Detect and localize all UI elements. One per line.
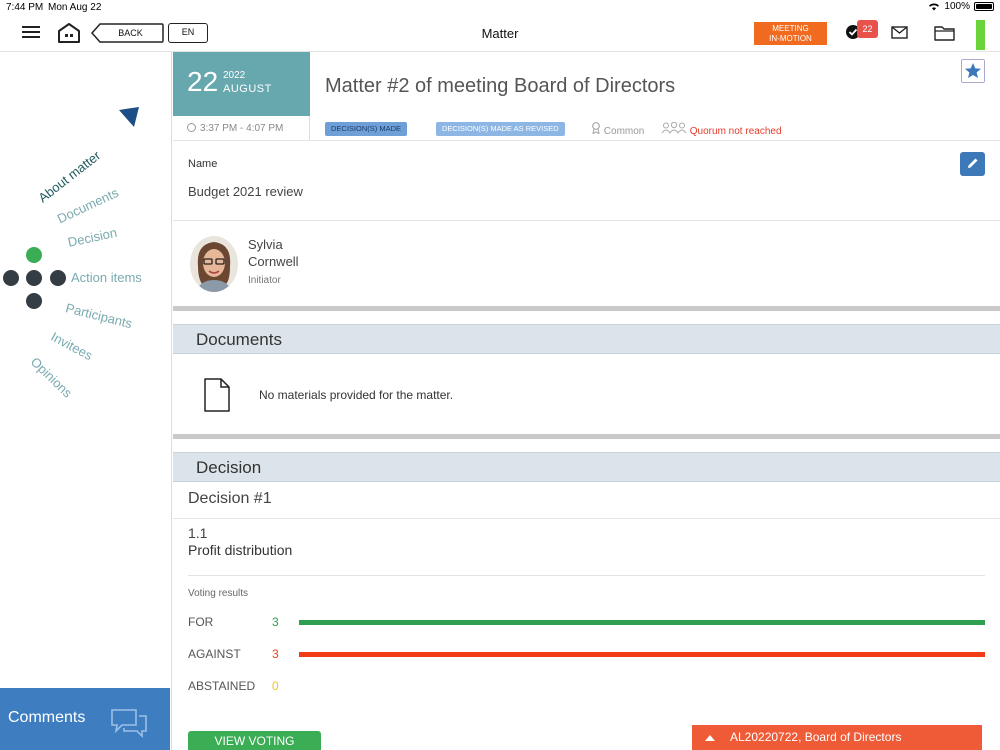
decision-text: Profit distribution xyxy=(188,542,293,558)
pencil-icon xyxy=(968,158,978,168)
wheel-item-invitees[interactable]: Invitees xyxy=(48,329,95,363)
vote-bar-fill xyxy=(299,620,985,625)
home-icon[interactable] xyxy=(57,22,81,44)
clock-icon xyxy=(187,123,196,132)
wheel-item-opinions[interactable]: Opinions xyxy=(28,354,75,400)
vote-bar-fill xyxy=(299,652,985,657)
comments-label: Comments xyxy=(8,709,86,726)
nav-dot-center[interactable] xyxy=(26,270,42,286)
matter-title: Matter #2 of meeting Board of Directors xyxy=(325,75,676,97)
edit-button[interactable] xyxy=(960,152,985,176)
nav-dot-left[interactable] xyxy=(3,270,19,286)
document-icon xyxy=(204,378,230,412)
vote-bar xyxy=(299,620,985,625)
date-day: 22 xyxy=(187,66,219,97)
quorum-status: Quorum not reached xyxy=(661,121,782,137)
nav-dot-right[interactable] xyxy=(50,270,66,286)
vote-label: AGAINST xyxy=(188,647,241,661)
section-header-decision: Decision xyxy=(173,452,1000,482)
divider xyxy=(173,140,1000,141)
vote-count: 3 xyxy=(272,615,279,629)
people-icon xyxy=(661,121,687,134)
comments-panel[interactable]: Comments xyxy=(0,688,170,750)
status-date: Mon Aug 22 xyxy=(48,2,102,13)
ribbon-icon xyxy=(592,122,600,135)
divider xyxy=(173,220,1000,221)
hamburger-menu-icon[interactable] xyxy=(22,26,40,40)
meeting-status-badge[interactable]: MEETING IN-MOTION xyxy=(754,22,827,45)
view-voting-results-button[interactable]: VIEW VOTING RESULTS xyxy=(188,731,321,750)
vote-count: 0 xyxy=(272,679,279,693)
main-content: 22 2022 AUGUST 3:37 PM - 4:07 PM Matter … xyxy=(173,52,1000,750)
chat-bubbles-icon xyxy=(111,709,147,738)
divider xyxy=(173,518,1000,519)
vote-label: ABSTAINED xyxy=(188,679,256,693)
connection-indicator xyxy=(976,20,985,50)
date-year: 2022 xyxy=(223,70,246,81)
status-right: 100% xyxy=(928,1,994,12)
tasks-count-badge: 22 xyxy=(857,20,878,38)
folder-icon[interactable] xyxy=(934,25,955,41)
favorite-button[interactable] xyxy=(961,59,985,83)
wheel-item-participants[interactable]: Participants xyxy=(64,300,134,331)
vote-row-abstained: ABSTAINED 0 xyxy=(188,679,985,695)
status-time: 7:44 PM xyxy=(6,2,44,13)
time-range: 3:37 PM - 4:07 PM xyxy=(173,116,310,140)
name-value: Budget 2021 review xyxy=(188,184,303,199)
sidebar: About matter Documents Decision Action i… xyxy=(0,52,172,750)
vote-label: FOR xyxy=(188,615,214,629)
nav-dot-down[interactable] xyxy=(26,293,42,309)
visibility-common: Common xyxy=(591,122,644,137)
battery-icon xyxy=(974,2,994,11)
name-label: Name xyxy=(188,158,218,170)
nav-dot-up[interactable] xyxy=(26,247,42,263)
voting-results-label: Voting results xyxy=(188,588,249,599)
wheel-item-documents[interactable]: Documents xyxy=(55,185,121,226)
star-icon xyxy=(965,63,981,78)
vote-bar xyxy=(299,652,985,657)
back-button-label: BACK xyxy=(118,28,143,38)
chevron-up-icon xyxy=(705,735,715,741)
section-header-documents: Documents xyxy=(173,324,1000,354)
section-separator xyxy=(173,434,1000,439)
wheel-item-decision[interactable]: Decision xyxy=(66,225,118,250)
tag-decisions-made: DECISION(S) MADE xyxy=(325,122,408,136)
divider xyxy=(188,575,985,576)
meeting-drawer-bar[interactable]: AL20220722, Board of Directors xyxy=(692,725,982,750)
top-navbar: BACK EN Matter MEETING IN-MOTION 22 xyxy=(0,16,1000,52)
tag-decisions-made-revised: DECISION(S) MADE AS REVISED xyxy=(436,122,565,136)
language-button[interactable]: EN xyxy=(168,23,208,43)
no-materials-text: No materials provided for the matter. xyxy=(259,388,454,402)
mail-icon[interactable] xyxy=(891,26,908,39)
wheel-item-action-items[interactable]: Action items xyxy=(71,270,142,285)
navigation-arrow-icon[interactable] xyxy=(118,106,140,128)
vote-row-against: AGAINST 3 xyxy=(188,647,985,663)
meeting-badge-line1: MEETING xyxy=(772,24,809,33)
status-bar: 7:44 PM Mon Aug 22 100% xyxy=(0,0,1000,16)
battery-percent: 100% xyxy=(944,1,970,12)
visibility-text: Common xyxy=(603,126,645,137)
decision-number: 1.1 xyxy=(188,525,208,541)
decision-title: Decision #1 xyxy=(188,490,272,507)
date-month: AUGUST xyxy=(223,83,272,95)
section-separator xyxy=(173,306,1000,311)
avatar xyxy=(190,236,238,292)
vote-bar xyxy=(299,684,985,689)
date-tile: 22 2022 AUGUST xyxy=(173,52,310,116)
meeting-drawer-label: AL20220722, Board of Directors xyxy=(730,730,902,744)
initiator-role: Initiator xyxy=(248,275,281,286)
time-range-text: 3:37 PM - 4:07 PM xyxy=(200,123,284,134)
quorum-text: Quorum not reached xyxy=(689,126,782,137)
back-button[interactable]: BACK xyxy=(91,23,164,43)
initiator-name: Sylvia Cornwell xyxy=(248,237,299,269)
meeting-badge-line2: IN-MOTION xyxy=(769,34,812,43)
vote-count: 3 xyxy=(272,647,279,661)
vote-row-for: FOR 3 xyxy=(188,615,985,631)
wifi-icon xyxy=(929,3,940,11)
